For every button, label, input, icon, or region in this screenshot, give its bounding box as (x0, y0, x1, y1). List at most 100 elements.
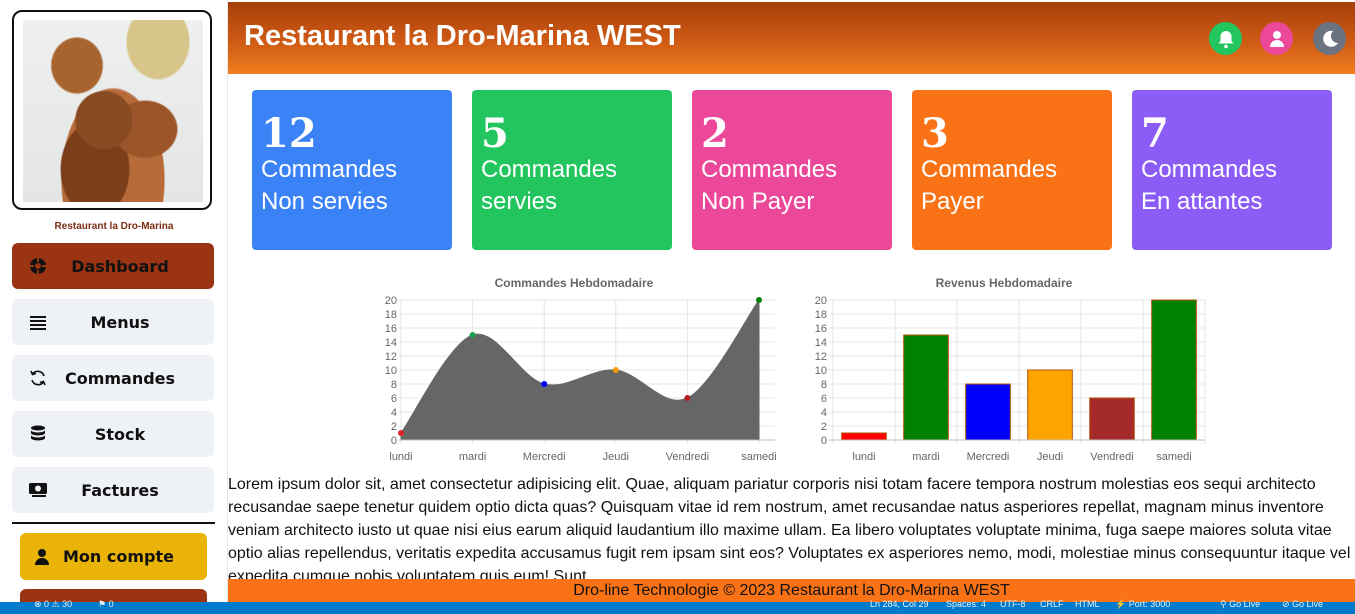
x-tick-label: lundi (852, 451, 875, 463)
data-point (756, 297, 762, 303)
x-tick-label: samedi (741, 451, 776, 463)
data-point (684, 395, 691, 401)
y-tick-label: 6 (391, 393, 397, 405)
y-tick-label: 20 (385, 295, 397, 307)
weekly-revenue-chart: Revenus Hebdomadaire 0 2 4 6 8 10 12 14 16 18 20 lun… (815, 276, 1206, 463)
stat-sublabel: servies (481, 188, 558, 215)
weekly-orders-chart: Commandes Hebdomadaire 0 2 4 6 8 10 12 14 16 18 20 l… (385, 276, 777, 463)
editor-status-bar: ⊗ 0 ⚠ 30 ⚑ 0 Ln 284, Col 29 Spaces: 4 UT… (0, 599, 1355, 614)
y-tick-label: 12 (385, 351, 397, 363)
stat-label: Commandes (481, 156, 618, 183)
notifications-button[interactable] (1209, 22, 1242, 55)
go-live-button-2[interactable]: ⊘ Go Live (1282, 599, 1323, 609)
stat-label: Commandes (1141, 156, 1278, 183)
sidebar-item-dashboard[interactable]: Dashboard (12, 243, 214, 289)
stat-sublabel: Payer (921, 188, 984, 215)
port-indicator[interactable]: ⚡ Port: 3000 (1115, 599, 1170, 609)
moon-icon (1322, 30, 1338, 47)
data-point (469, 332, 476, 338)
y-tick-label: 4 (391, 407, 397, 419)
sidebar-item-label: Menus (90, 312, 150, 332)
y-tick-label: 10 (385, 365, 397, 377)
y-tick-label: 14 (815, 337, 827, 349)
y-tick-label: 6 (821, 393, 827, 405)
x-tick-label: lundi (389, 451, 412, 463)
stat-value: 7 (1141, 110, 1169, 157)
x-tick-label: Mercredi (523, 451, 566, 463)
y-tick-label: 8 (821, 379, 827, 391)
account-button[interactable]: Mon compte (20, 533, 207, 580)
money-bill-icon (24, 482, 52, 498)
chart-title: Commandes Hebdomadaire (495, 276, 654, 290)
y-tick-label: 18 (385, 309, 397, 321)
stat-value: 2 (701, 110, 729, 157)
encoding[interactable]: UTF-8 (1000, 599, 1026, 609)
indentation[interactable]: Spaces: 4 (946, 599, 986, 609)
y-tick-label: 14 (385, 337, 397, 349)
language-mode[interactable]: HTML (1075, 599, 1100, 609)
stat-sublabel: En attantes (1141, 188, 1263, 215)
sidebar-item-label: Stock (94, 424, 146, 444)
stat-label: Commandes (261, 156, 398, 183)
cursor-position[interactable]: Ln 284, Col 29 (870, 599, 929, 609)
database-icon (24, 425, 52, 443)
restaurant-caption: Restaurant la Dro-Marina (54, 221, 174, 232)
sidebar-item-commandes[interactable]: Commandes (12, 355, 214, 401)
bar (903, 334, 949, 441)
problems-indicator[interactable]: ⊗ 0 ⚠ 30 (34, 599, 72, 609)
stat-value: 3 (921, 110, 949, 157)
stat-sublabel: Non Payer (701, 188, 815, 215)
x-tick-label: samedi (1156, 451, 1191, 463)
y-tick-label: 10 (815, 365, 827, 377)
x-tick-label: Jeudi (1037, 451, 1063, 463)
stat-card-non-payer: 2 Commandes Non Payer (692, 90, 892, 250)
sidebar-item-label: Dashboard (71, 256, 169, 276)
y-tick-label: 18 (815, 309, 827, 321)
sidebar-item-label: Commandes (64, 368, 176, 388)
sidebar-item-factures[interactable]: Factures (12, 467, 214, 513)
bar (1151, 299, 1197, 441)
food-image (23, 20, 203, 202)
bar (1027, 369, 1073, 441)
page-title: Restaurant la Dro-Marina WEST (244, 20, 681, 52)
sidebar-item-stock[interactable]: Stock (12, 411, 214, 457)
profile-button[interactable] (1260, 22, 1293, 55)
y-tick-label: 4 (821, 407, 827, 419)
x-tick-label: mardi (459, 451, 487, 463)
y-tick-label: 0 (391, 435, 397, 447)
list-icon (24, 314, 52, 330)
x-tick-label: Jeudi (603, 451, 629, 463)
stat-card-servies: 5 Commandes servies (472, 90, 672, 250)
bar (841, 432, 887, 441)
sidebar-divider (12, 522, 215, 524)
y-tick-label: 20 (815, 295, 827, 307)
header-bar: Restaurant la Dro-Marina WEST (228, 2, 1355, 74)
stat-value: 5 (481, 110, 509, 157)
stat-card-non-servies: 12 Commandes Non servies (252, 90, 452, 250)
ports-indicator[interactable]: ⚑ 0 (98, 599, 114, 609)
bell-icon (1218, 30, 1233, 48)
data-point (541, 381, 548, 387)
chart-title: Revenus Hebdomadaire (936, 276, 1073, 290)
y-tick-label: 12 (815, 351, 827, 363)
data-point (612, 367, 619, 373)
sidebar-item-menus[interactable]: Menus (12, 299, 214, 345)
dark-mode-button[interactable] (1313, 22, 1346, 55)
y-tick-label: 16 (385, 323, 397, 335)
account-label: Mon compte (63, 547, 174, 566)
go-live-button[interactable]: ⚲ Go Live (1220, 599, 1260, 609)
y-tick-label: 2 (821, 421, 827, 433)
stat-card-payer: 3 Commandes Payer (912, 90, 1112, 250)
user-icon (32, 548, 52, 566)
stat-value: 12 (261, 110, 317, 157)
refresh-icon (24, 369, 52, 387)
x-tick-label: Mercredi (967, 451, 1010, 463)
line-ending[interactable]: CRLF (1040, 599, 1064, 609)
stat-card-en-attantes: 7 Commandes En attantes (1132, 90, 1332, 250)
stat-label: Commandes (921, 156, 1058, 183)
user-icon (1269, 30, 1284, 47)
footer: Dro-line Technologie © 2023 Restaurant l… (228, 579, 1355, 602)
y-tick-label: 2 (391, 421, 397, 433)
x-tick-label: Vendredi (666, 451, 709, 463)
dashboard-icon (24, 257, 52, 275)
